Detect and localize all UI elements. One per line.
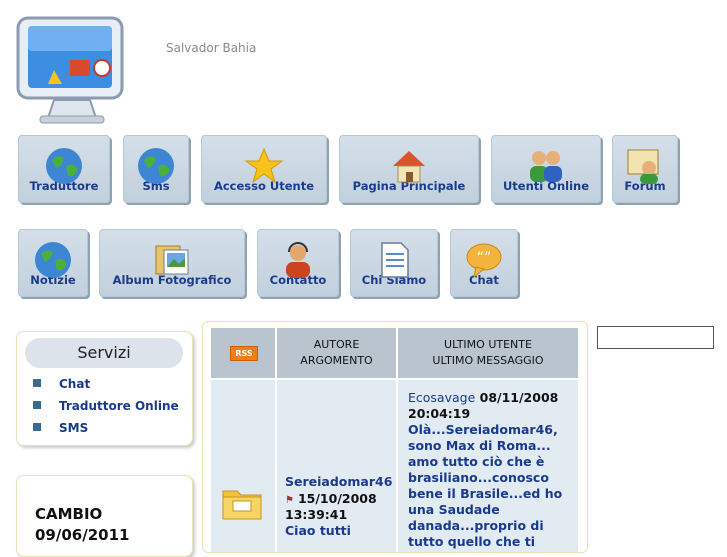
nav-notizie[interactable]: Notizie	[18, 229, 88, 297]
author-header-line1: AUTORE	[313, 338, 360, 351]
servizi-item-sms[interactable]: SMS	[33, 421, 88, 435]
star-icon	[244, 147, 284, 184]
nav-chat[interactable]: “” Chat	[450, 229, 518, 297]
author-header: AUTORE ARGOMENTO	[277, 328, 396, 378]
servizi-item-label: Traduttore Online	[59, 399, 179, 413]
speech-bubble-icon: “”	[466, 243, 502, 279]
servizi-item-chat[interactable]: Chat	[33, 377, 90, 391]
last-header-line1: ULTIMO UTENTE	[444, 338, 532, 351]
last-message[interactable]: Olà...Sereiadomar46, sono Max di Roma...…	[408, 422, 562, 549]
last-header-line2: ULTIMO MESSAGGIO	[432, 354, 544, 367]
cambio-title: CAMBIO	[35, 505, 103, 523]
nav-album-fotografico[interactable]: Album Fotografico	[99, 229, 245, 297]
flag-icon: ⚑	[285, 495, 294, 506]
topic-title[interactable]: Ciao tutti	[285, 523, 351, 539]
last-post-cell: Ecosavage 08/11/2008 20:04:19 Olà...Sere…	[398, 380, 578, 552]
folder-icon[interactable]	[221, 483, 265, 523]
forum-table: RSS AUTORE ARGOMENTO ULTIMO UTENTE ULTIM…	[202, 321, 588, 553]
last-post-header: ULTIMO UTENTE ULTIMO MESSAGGIO	[398, 328, 578, 378]
site-name: Salvador Bahia	[166, 41, 257, 55]
servizi-item-label: Chat	[59, 377, 91, 391]
nav-traduttore[interactable]: Traduttore	[18, 135, 110, 203]
users-icon	[530, 151, 562, 182]
topic-author[interactable]: Sereiadomar46	[285, 474, 392, 490]
globe-icon	[46, 148, 82, 184]
servizi-title: Servizi	[25, 338, 183, 368]
servizi-item-label: SMS	[59, 421, 89, 435]
house-icon	[393, 151, 425, 183]
cambio-text: CAMBIO 09/06/2011	[35, 504, 129, 546]
servizi-item-traduttore[interactable]: Traduttore Online	[33, 399, 179, 413]
nav-sms[interactable]: Sms	[123, 135, 189, 203]
nav-chi-siamo[interactable]: Chi Siamo	[350, 229, 438, 297]
bullet-icon	[33, 379, 41, 387]
empty-input-box[interactable]	[597, 326, 714, 349]
nav-contatto[interactable]: Contatto	[257, 229, 339, 297]
author-header-line2: ARGOMENTO	[300, 354, 373, 367]
author-cell: Sereiadomar46 ⚑ 15/10/2008 13:39:41 Ciao …	[277, 380, 396, 552]
photo-album-icon	[155, 245, 189, 275]
last-date: 08/11/2008	[479, 390, 559, 405]
rss-header-cell: RSS	[211, 328, 275, 378]
globe-icon	[35, 242, 71, 278]
bullet-icon	[33, 401, 41, 409]
nav-pagina-principale[interactable]: Pagina Principale	[339, 135, 479, 203]
nav-utenti-online[interactable]: Utenti Online	[491, 135, 601, 203]
document-icon	[381, 242, 409, 278]
support-agent-icon	[286, 242, 310, 278]
nav-accesso-utente[interactable]: Accesso Utente	[201, 135, 327, 203]
nav-forum[interactable]: Forum	[612, 135, 678, 203]
monitor-logo-icon	[16, 16, 124, 124]
forum-book-icon	[627, 149, 659, 184]
topic-time: 13:39:41	[285, 507, 348, 522]
topic-icon-cell	[211, 380, 275, 552]
globe-icon	[138, 148, 174, 184]
servizi-panel: Servizi Chat Traduttore Online SMS	[16, 331, 193, 446]
bullet-icon	[33, 423, 41, 431]
topic-date: 15/10/2008	[297, 491, 377, 506]
last-time: 20:04:19	[408, 406, 471, 421]
cambio-date: 09/06/2011	[35, 526, 130, 544]
last-user[interactable]: Ecosavage	[408, 390, 475, 405]
svg-text:“”: “”	[477, 250, 492, 266]
rss-icon[interactable]: RSS	[230, 346, 258, 361]
last-post-block: Ecosavage 08/11/2008 20:04:19 Olà...Sere…	[408, 390, 572, 550]
